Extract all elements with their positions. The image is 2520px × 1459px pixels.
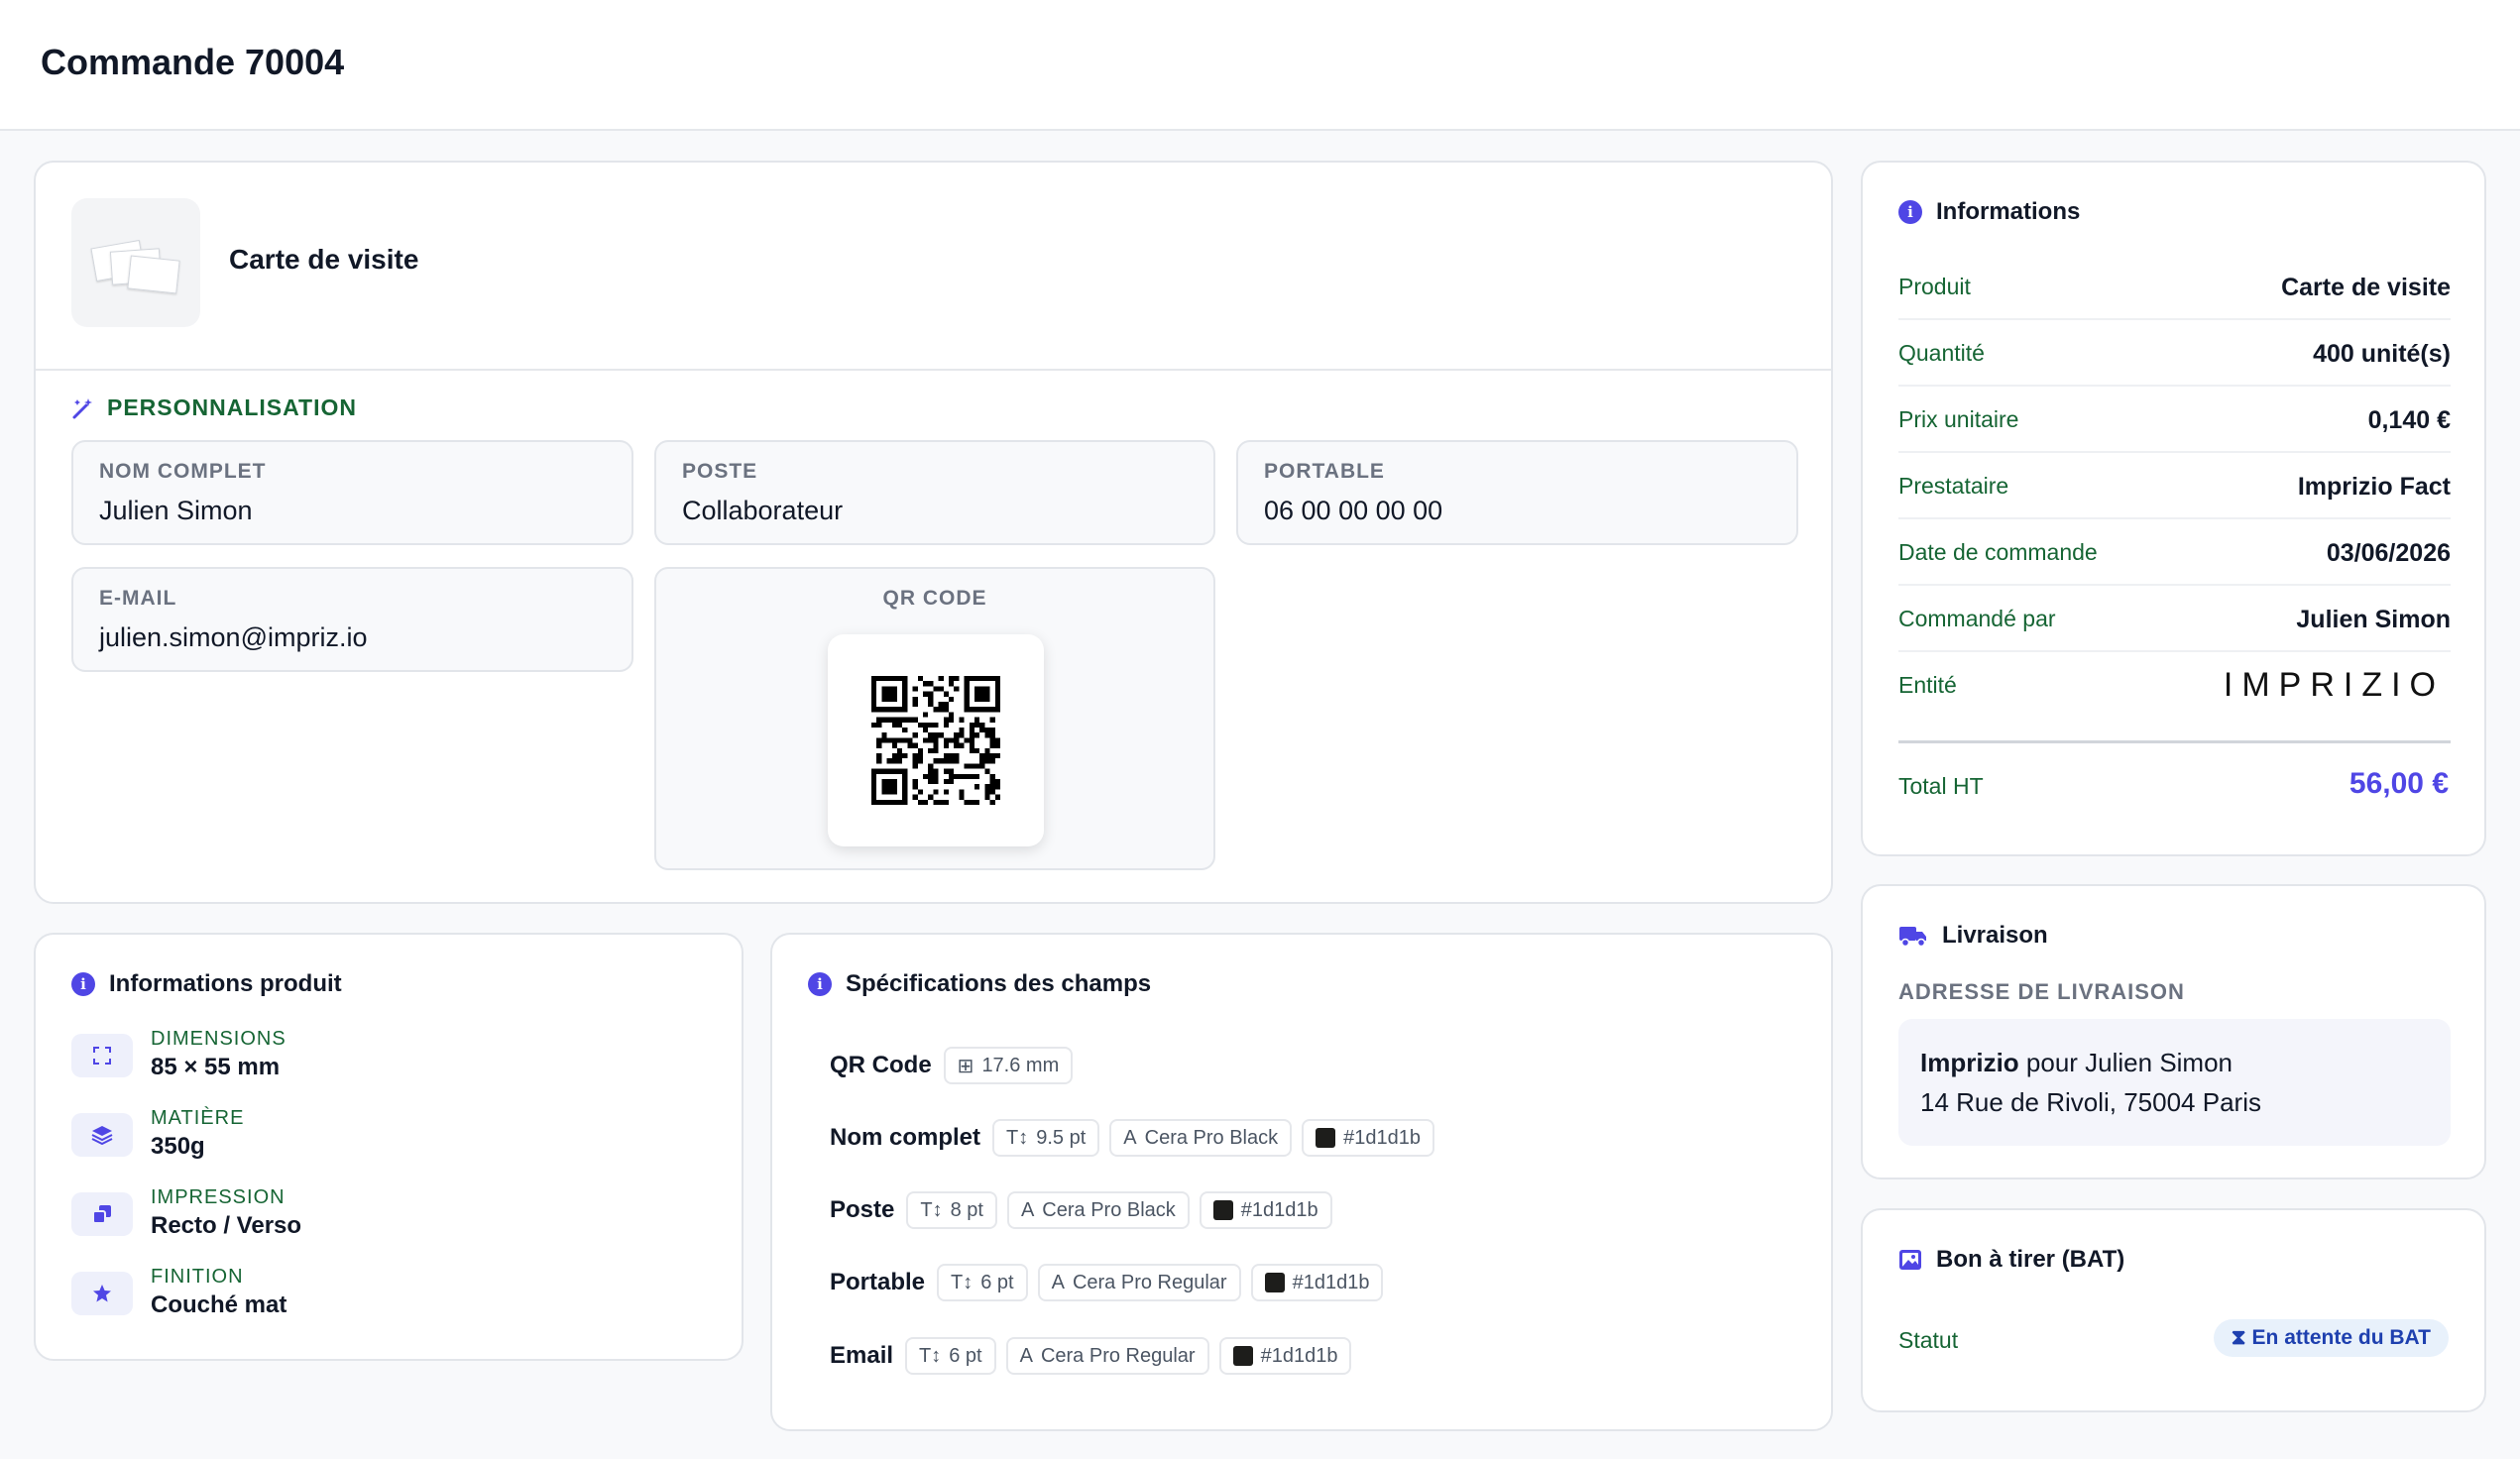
- size-chip: ⊞ 17.6 mm: [943, 1047, 1074, 1084]
- product-attr-matiere: MATIÈRE 350g: [71, 1107, 706, 1171]
- info-row-commande-par: Commandé par Julien Simon: [1898, 586, 2451, 652]
- info-row-prestataire: Prestataire Imprizio Fact: [1898, 453, 2451, 519]
- poste-field[interactable]: POSTE Collaborateur: [654, 440, 1215, 545]
- informations-card: i Informations Produit Carte de visite Qu…: [1861, 161, 2486, 856]
- size-chip: T↕ 6 pt: [937, 1264, 1028, 1301]
- info-row-quantite: Quantité 400 unité(s): [1898, 320, 2451, 387]
- font-chip: A Cera Pro Black: [1006, 1191, 1190, 1229]
- spec-row-nom-complet: Nom complet T↕ 9.5 pt A Cera Pro Black #1d…: [830, 1118, 1434, 1158]
- info-row-date: Date de commande 03/06/2026: [1898, 519, 2451, 586]
- status-label: Statut: [1898, 1327, 1959, 1353]
- font-chip: A Cera Pro Regular: [1037, 1264, 1241, 1301]
- bat-heading: Bon à tirer (BAT): [1898, 1246, 2124, 1274]
- specs-heading: i Spécifications des champs: [808, 970, 1151, 998]
- font-icon: A: [1019, 1344, 1033, 1367]
- livraison-card: Livraison ADRESSE DE LIVRAISON Imprizio …: [1861, 884, 2486, 1179]
- font-icon: A: [1051, 1271, 1065, 1293]
- product-attr-impression: IMPRESSION Recto / Verso: [71, 1186, 706, 1250]
- text-size-icon: T↕: [951, 1271, 974, 1293]
- nom-complet-field[interactable]: NOM COMPLET Julien Simon: [71, 440, 633, 545]
- informations-heading: i Informations: [1898, 198, 2080, 226]
- livraison-heading: Livraison: [1898, 922, 2048, 950]
- qr-icon: ⊞: [957, 1055, 974, 1077]
- color-chip: #1d1d1b: [1302, 1119, 1434, 1157]
- product-attr-dimensions: DIMENSIONS 85 × 55 mm: [71, 1028, 706, 1091]
- font-chip: A Cera Pro Regular: [1005, 1337, 1209, 1375]
- expand-icon: [93, 1047, 111, 1065]
- status-badge: ⧗ En attente du BAT: [2213, 1319, 2449, 1357]
- info-icon: i: [71, 972, 95, 996]
- info-icon: i: [1898, 200, 1922, 224]
- font-icon: A: [1020, 1198, 1035, 1221]
- truck-icon: [1899, 927, 1926, 948]
- color-swatch: [1264, 1273, 1285, 1292]
- color-chip: #1d1d1b: [1199, 1191, 1332, 1229]
- font-chip: A Cera Pro Black: [1109, 1119, 1293, 1157]
- magic-wand-icon: [72, 397, 92, 418]
- info-row-entite: Entité IMPRIZIO: [1898, 666, 2445, 704]
- total-value: 56,00 €: [2348, 767, 2449, 800]
- color-chip: #1d1d1b: [1250, 1264, 1384, 1301]
- portable-field[interactable]: PORTABLE 06 00 00 00 00: [1236, 440, 1798, 545]
- personnalisation-heading: PERSONNALISATION: [71, 394, 357, 421]
- font-icon: A: [1123, 1126, 1137, 1149]
- color-swatch: [1316, 1128, 1336, 1148]
- email-field[interactable]: E-MAIL julien.simon@impriz.io: [71, 567, 633, 672]
- divider: [36, 369, 1831, 371]
- product-name: Carte de visite: [229, 244, 419, 275]
- info-row-prix-unitaire: Prix unitaire 0,140 €: [1898, 387, 2451, 453]
- product-thumbnail: [71, 198, 200, 327]
- size-chip: T↕ 8 pt: [906, 1191, 997, 1229]
- info-produit-heading: i Informations produit: [71, 970, 342, 998]
- info-row-produit: Produit Carte de visite: [1898, 254, 2451, 320]
- spec-row-email: Email T↕ 6 pt A Cera Pro Regular #1d1d1b: [830, 1336, 1352, 1376]
- page-title: Commande 70004: [41, 42, 345, 82]
- hourglass-icon: ⧗: [2231, 1326, 2246, 1349]
- address-label: ADRESSE DE LIVRAISON: [1898, 979, 2185, 1004]
- product-attr-finition: FINITION Couché mat: [71, 1266, 706, 1329]
- product-card: Carte de visite PERSONNALISATION NOM COM…: [34, 161, 1833, 904]
- qr-code-image: [828, 634, 1044, 846]
- color-swatch: [1212, 1200, 1233, 1220]
- text-size-icon: T↕: [920, 1198, 943, 1221]
- entity-logo: IMPRIZIO: [2223, 666, 2445, 704]
- text-size-icon: T↕: [1006, 1126, 1029, 1149]
- spec-row-qr-code: QR Code ⊞ 17.6 mm: [830, 1046, 1074, 1085]
- page-header: Commande 70004: [0, 0, 2520, 131]
- bat-card: Bon à tirer (BAT) Statut ⧗ En attente du…: [1861, 1208, 2486, 1412]
- total-label: Total HT: [1898, 773, 1984, 799]
- delivery-address: Imprizio pour Julien Simon 14 Rue de Riv…: [1898, 1019, 2451, 1146]
- spec-row-poste: Poste T↕ 8 pt A Cera Pro Black #1d1d1b: [830, 1190, 1332, 1230]
- text-size-icon: T↕: [919, 1344, 942, 1367]
- size-chip: T↕ 6 pt: [905, 1337, 996, 1375]
- copy-icon: [92, 1205, 111, 1224]
- star-icon: [93, 1285, 111, 1302]
- size-chip: T↕ 9.5 pt: [992, 1119, 1100, 1157]
- info-produit-card: i Informations produit DIMENSIONS 85 × 55…: [34, 933, 744, 1361]
- spec-row-portable: Portable T↕ 6 pt A Cera Pro Regular #1d1d1…: [830, 1263, 1384, 1302]
- info-icon: i: [808, 972, 832, 996]
- specs-card: i Spécifications des champs QR Code ⊞ 17.…: [770, 933, 1833, 1431]
- color-swatch: [1232, 1346, 1253, 1366]
- layers-icon: [91, 1126, 113, 1145]
- qr-code-field: QR CODE: [654, 567, 1215, 870]
- image-icon: [1899, 1250, 1921, 1270]
- color-chip: #1d1d1b: [1218, 1337, 1352, 1375]
